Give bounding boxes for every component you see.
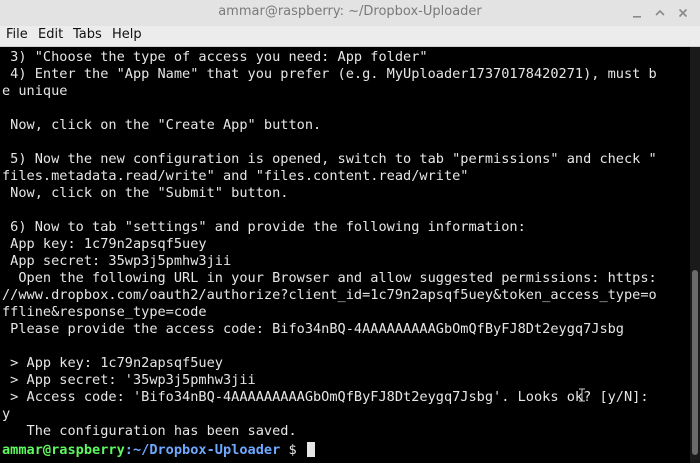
terminal-output[interactable]: 3) "Choose the type of access you need: … [0, 47, 690, 463]
terminal-line: Open the following URL in your Browser a… [2, 270, 657, 286]
minimize-icon[interactable] [630, 6, 644, 20]
prompt-path: :~/Dropbox-Uploader [124, 442, 281, 458]
menu-tabs[interactable]: Tabs [73, 27, 102, 42]
terminal-line: y [2, 406, 11, 422]
title-bar[interactable]: ammar@raspberry: ~/Dropbox-Uploader [0, 0, 700, 27]
terminal-line: App secret: 35wp3j5pmhw3jii [2, 253, 232, 269]
terminal-line: 4) Enter the "App Name" that you prefer … [2, 66, 657, 82]
terminal-line: > Access code: 'Bifo34nBQ-4AAAAAAAAAGbOm… [2, 389, 649, 405]
terminal-window: ammar@raspberry: ~/Dropbox-Uploader File… [0, 0, 700, 463]
maximize-icon[interactable] [653, 6, 667, 20]
menu-edit[interactable]: Edit [38, 27, 63, 42]
terminal-line: ffline&response_type=code [2, 304, 207, 320]
terminal-line: > App secret: '35wp3j5pmhw3jii [2, 372, 256, 388]
window-title: ammar@raspberry: ~/Dropbox-Uploader [218, 4, 482, 19]
terminal-line: Now, click on the "Create App" button. [2, 117, 322, 133]
menu-bar: File Edit Tabs Help [0, 26, 700, 47]
terminal-line: e unique [2, 83, 68, 99]
terminal-line: 3) "Choose the type of access you need: … [2, 49, 428, 65]
shell-prompt[interactable]: ammar@raspberry:~/Dropbox-Uploader $ [2, 442, 315, 459]
terminal-line: > App key: 1c79n2apsqf5uey [2, 355, 223, 371]
menu-help[interactable]: Help [112, 27, 142, 42]
terminal-line: 6) Now to tab "settings" and provide the… [2, 219, 526, 235]
terminal-line: //www.dropbox.com/oauth2/authorize?clien… [2, 287, 657, 303]
prompt-user-host: ammar@raspberry [2, 442, 125, 458]
terminal-line: Now, click on the "Submit" button. [2, 185, 289, 201]
terminal-line: files.metadata.read/write" and "files.co… [2, 168, 469, 184]
close-icon[interactable] [676, 6, 690, 20]
text-cursor [306, 442, 315, 457]
scrollbar-thumb[interactable] [692, 270, 698, 455]
menu-file[interactable]: File [6, 27, 28, 42]
mouse-ibeam-icon [578, 388, 586, 402]
terminal-line: 5) Now the new configuration is opened, … [2, 151, 657, 167]
terminal-line: The configuration has been saved. [2, 423, 297, 439]
prompt-symbol: $ [280, 442, 305, 458]
terminal-line: App key: 1c79n2apsqf5uey [2, 236, 207, 252]
terminal-line: Please provide the access code: Bifo34nB… [2, 321, 624, 337]
